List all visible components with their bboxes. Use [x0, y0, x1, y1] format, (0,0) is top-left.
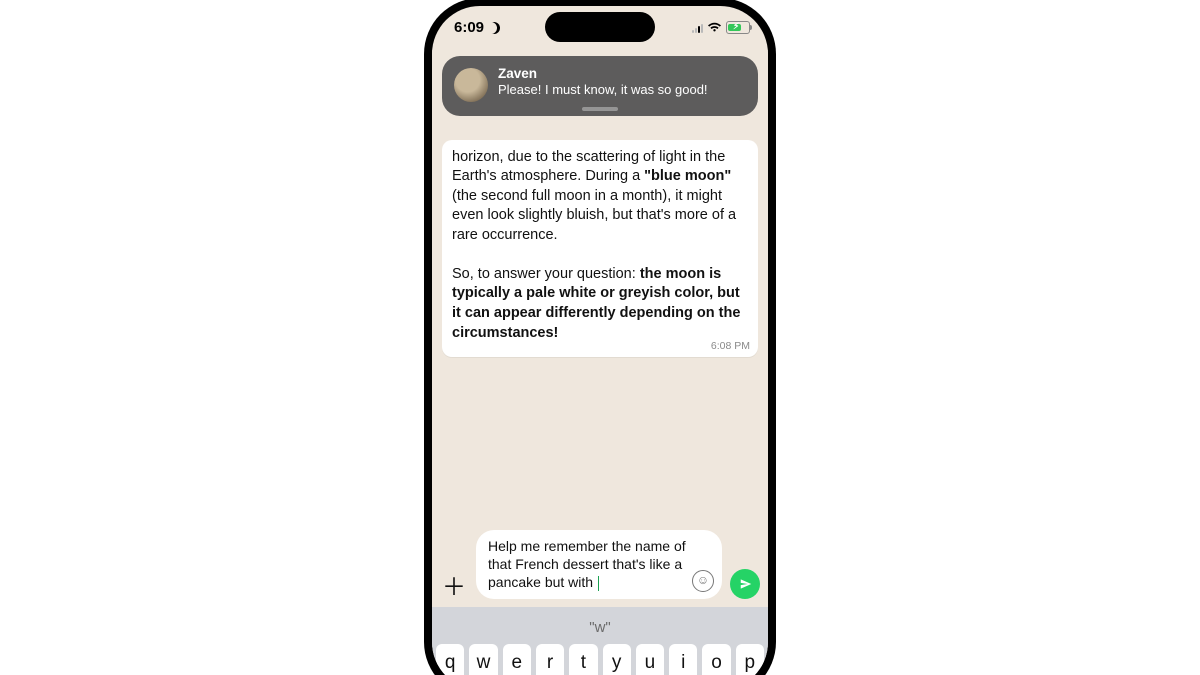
message-text-part: (the second full moon in a month), it mi…	[452, 188, 736, 243]
attach-button[interactable]: ＋	[440, 571, 468, 599]
charging-icon: ⚡︎	[733, 21, 739, 32]
key-u[interactable]: u	[636, 644, 664, 675]
message-composer: ＋ Help me remember the name of that Fren…	[432, 524, 768, 607]
send-button[interactable]	[730, 569, 760, 599]
notification-banner[interactable]: Zaven Please! I must know, it was so goo…	[442, 56, 758, 116]
dynamic-island	[545, 12, 655, 42]
battery-icon: ⚡︎	[726, 21, 750, 34]
sticker-icon[interactable]: ☺	[692, 570, 714, 592]
keyboard-row-1: q w e r t y u i o p	[436, 644, 764, 675]
cellular-signal-icon	[692, 22, 703, 33]
message-timestamp: 6:08 PM	[711, 339, 750, 353]
send-icon	[739, 577, 753, 591]
message-text-bold: "blue moon"	[644, 168, 731, 184]
notification-grabber[interactable]	[582, 107, 618, 111]
status-left: 6:09	[454, 19, 500, 36]
canvas: 6:09 ⚡︎ Zaven Please! I must know, it wa…	[0, 0, 1200, 675]
key-p[interactable]: p	[736, 644, 764, 675]
message-input[interactable]: Help me remember the name of that French…	[476, 530, 722, 599]
key-y[interactable]: y	[603, 644, 631, 675]
message-text-part: So, to answer your question:	[452, 266, 640, 282]
key-w[interactable]: w	[469, 644, 497, 675]
message-draft-text: Help me remember the name of that French…	[488, 538, 686, 590]
key-i[interactable]: i	[669, 644, 697, 675]
key-e[interactable]: e	[503, 644, 531, 675]
wifi-icon	[707, 22, 722, 33]
chat-scroll[interactable]: horizon, due to the scattering of light …	[432, 50, 768, 524]
status-right: ⚡︎	[692, 21, 750, 34]
keyboard-suggestion[interactable]: "w"	[436, 613, 764, 644]
text-caret	[598, 576, 599, 591]
incoming-message-bubble[interactable]: horizon, due to the scattering of light …	[442, 140, 758, 358]
phone-frame: 6:09 ⚡︎ Zaven Please! I must know, it wa…	[424, 0, 776, 675]
keyboard[interactable]: "w" q w e r t y u i o p	[432, 607, 768, 675]
key-q[interactable]: q	[436, 644, 464, 675]
do-not-disturb-icon	[488, 22, 500, 34]
phone-screen: 6:09 ⚡︎ Zaven Please! I must know, it wa…	[432, 6, 768, 675]
notification-sender: Zaven	[498, 66, 708, 83]
key-o[interactable]: o	[702, 644, 730, 675]
key-t[interactable]: t	[569, 644, 597, 675]
key-r[interactable]: r	[536, 644, 564, 675]
status-time: 6:09	[454, 19, 484, 36]
notification-message: Please! I must know, it was so good!	[498, 82, 708, 98]
notification-avatar	[454, 68, 488, 102]
notification-body: Zaven Please! I must know, it was so goo…	[498, 66, 708, 102]
